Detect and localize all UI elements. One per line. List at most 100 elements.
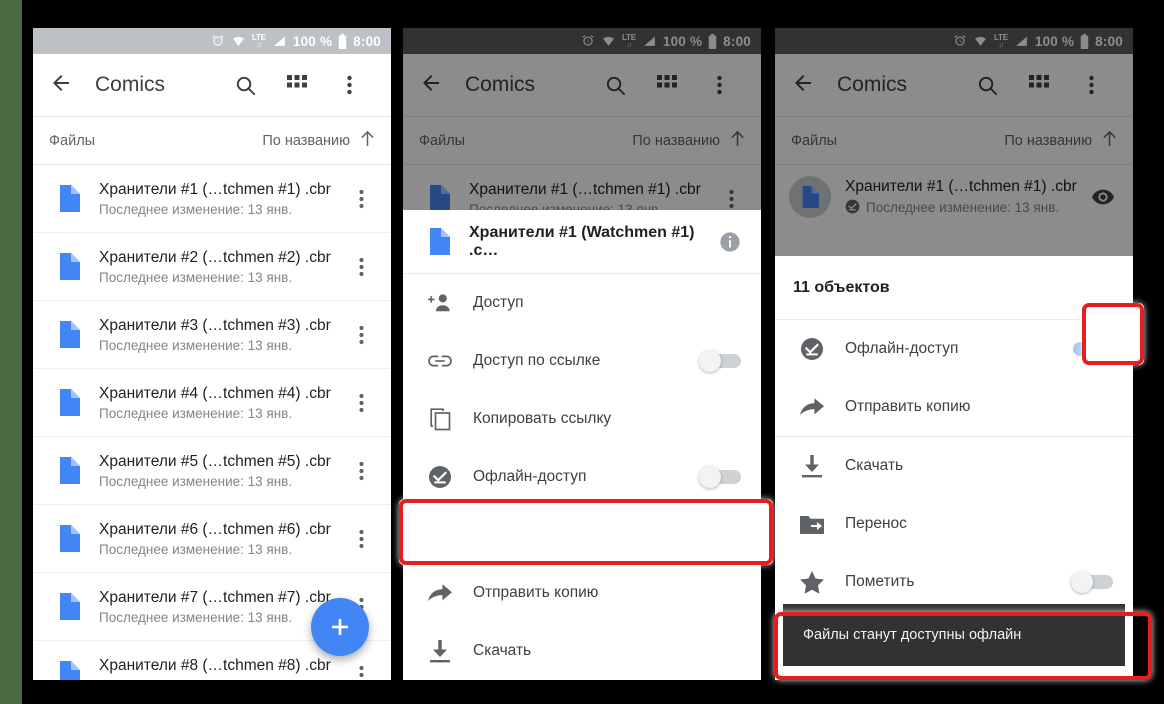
file-overflow-icon[interactable] [345,257,377,277]
file-list-item[interactable]: Хранители #5 (…tchmen #5) .cbr Последнее … [33,437,391,505]
file-name: Хранители #2 (…tchmen #2) .cbr [99,248,331,266]
menu-item-label: Офлайн-доступ [845,340,959,357]
file-text: Хранители #3 (…tchmen #3) .cbr Последнее … [91,316,345,353]
file-text: Хранители #2 (…tchmen #2) .cbr Последнее … [91,248,345,285]
phone-screen-2: LTE ↓↑ 100 % 8:00 Comics Файлы По назван… [403,28,761,680]
file-modified: Последнее изменение: 13 янв. [99,338,293,354]
file-text: Хранители #4 (…tchmen #4) .cbr Последнее … [91,384,345,421]
highlight-card-offline-row [399,499,773,565]
file-text: Хранители #1 (…tchmen #1) .cbr Последнее … [91,180,345,217]
menu-item-label: Офлайн-доступ [473,468,587,485]
selection-count-label: 11 объектов [775,256,1133,320]
info-icon[interactable] [713,231,747,253]
highlight-card-toggle [1082,303,1144,365]
download-icon [791,454,833,478]
file-overflow-icon[interactable] [345,189,377,209]
file-list-item[interactable]: Хранители #3 (…tchmen #3) .cbr Последнее … [33,301,391,369]
clock-time: 8:00 [353,33,381,49]
menu-item-star[interactable]: Пометить [775,553,1133,611]
star-icon [791,570,833,594]
offline-check-icon [419,465,461,489]
modal-scrim[interactable] [775,28,1133,256]
file-overflow-icon[interactable] [345,393,377,413]
file-name: Хранители #5 (…tchmen #5) .cbr [99,452,331,470]
toggle-switch[interactable] [687,466,745,488]
file-list-item[interactable]: Хранители #2 (…tchmen #2) .cbr Последнее … [33,233,391,301]
link-icon [419,353,461,369]
file-name: Хранители #6 (…tchmen #6) .cbr [99,520,331,538]
file-text: Хранители #7 (…tchmen #7) .cbr Последнее … [91,588,345,625]
snackbar: Файлы станут доступны офлайн [783,604,1125,666]
file-list-item[interactable]: Хранители #1 (…tchmen #1) .cbr Последнее … [33,165,391,233]
sort-ascending-icon[interactable] [360,130,375,151]
file-overflow-icon[interactable] [345,325,377,345]
status-bar: LTE ↓↑ 100 % 8:00 [33,28,391,54]
page-title: Comics [95,73,166,96]
menu-item-download[interactable]: Скачать [403,622,761,680]
file-icon [47,457,91,484]
file-text: Хранители #6 (…tchmen #6) .cbr Последнее … [91,520,345,557]
file-name: Хранители #3 (…tchmen #3) .cbr [99,316,331,334]
menu-item-offline-check[interactable]: Офлайн-доступ [775,320,1133,378]
send-icon [419,583,461,603]
sort-by-label[interactable]: По названию [262,133,350,149]
file-modified: Последнее изменение: 13 янв. [99,474,293,490]
bottom-sheet-menu: Доступ Доступ по ссылке Копировать ссылку О… [403,274,761,680]
menu-item-label: Доступ [473,294,524,311]
overflow-menu-icon[interactable] [323,75,375,95]
file-modified: Последнее изменение: 13 янв. [99,270,293,286]
grid-view-icon[interactable] [271,75,323,95]
file-name: Хранители #7 (…tchmen #7) .cbr [99,588,331,606]
phone-screen-1: LTE ↓↑ 100 % 8:00 Comics Файлы По назван… [33,28,391,680]
menu-item-link[interactable]: Доступ по ссылке [403,332,761,390]
file-name: Хранители #4 (…tchmen #4) .cbr [99,384,331,402]
app-bar: Comics [33,54,391,116]
file-overflow-icon[interactable] [345,529,377,549]
file-icon [47,389,91,416]
menu-item-label: Перенос [845,515,907,532]
menu-item-person-add[interactable]: Доступ [403,274,761,332]
file-overflow-icon[interactable] [345,461,377,481]
file-modified: Последнее изменение: 13 янв. [99,406,293,422]
menu-item-send[interactable]: Отправить копию [775,378,1133,436]
file-text: Хранители #5 (…tchmen #5) .cbr Последнее … [91,452,345,489]
file-modified: Последнее изменение: 13 янв. [99,610,293,626]
menu-item-label: Скачать [473,642,532,659]
download-icon [419,639,461,663]
menu-item-copy[interactable]: Копировать ссылку [403,390,761,448]
file-icon [47,321,91,348]
sort-bar: Файлы По названию [33,117,391,164]
snackbar-text: Файлы станут доступны офлайн [803,627,1022,643]
file-icon [417,228,461,255]
screenshot-stage: LTE ↓↑ 100 % 8:00 Comics Файлы По назван… [0,0,1164,704]
file-overflow-icon[interactable] [345,665,377,680]
alarm-icon [211,34,225,48]
back-arrow-icon[interactable] [49,71,83,100]
file-icon [47,593,91,620]
menu-item-move-folder[interactable]: Перенос [775,495,1133,553]
battery-percent: 100 % [292,33,333,49]
file-list-item[interactable]: Хранители #6 (…tchmen #6) .cbr Последнее … [33,505,391,573]
menu-item-label: Отправить копию [845,398,971,415]
menu-item-download[interactable]: Скачать [775,437,1133,495]
menu-item-label: Скачать [845,457,904,474]
file-actions-bottom-sheet: Хранители #1 (Watchmen #1) .c… Доступ Дос… [403,210,761,680]
add-fab-button[interactable] [311,598,369,656]
file-icon [47,253,91,280]
offline-check-icon [791,337,833,361]
file-icon [47,661,91,680]
search-icon[interactable] [219,74,271,97]
file-modified: Последнее изменение: 13 янв. [99,542,293,558]
toggle-switch[interactable] [1059,571,1117,593]
lte-icon: LTE ↓↑ [251,32,266,49]
bottom-sheet-header: Хранители #1 (Watchmen #1) .c… [403,210,761,274]
file-icon [47,525,91,552]
menu-item-offline-check[interactable]: Офлайн-доступ [403,448,761,506]
bottom-sheet-file-title: Хранители #1 (Watchmen #1) .c… [469,223,695,259]
file-list-item[interactable]: Хранители #4 (…tchmen #4) .cbr Последнее … [33,369,391,437]
battery-icon [338,33,347,49]
menu-item-label: Пометить [845,573,915,590]
toggle-switch[interactable] [687,350,745,372]
menu-item-label: Отправить копию [473,584,599,601]
menu-item-send[interactable]: Отправить копию [403,564,761,622]
